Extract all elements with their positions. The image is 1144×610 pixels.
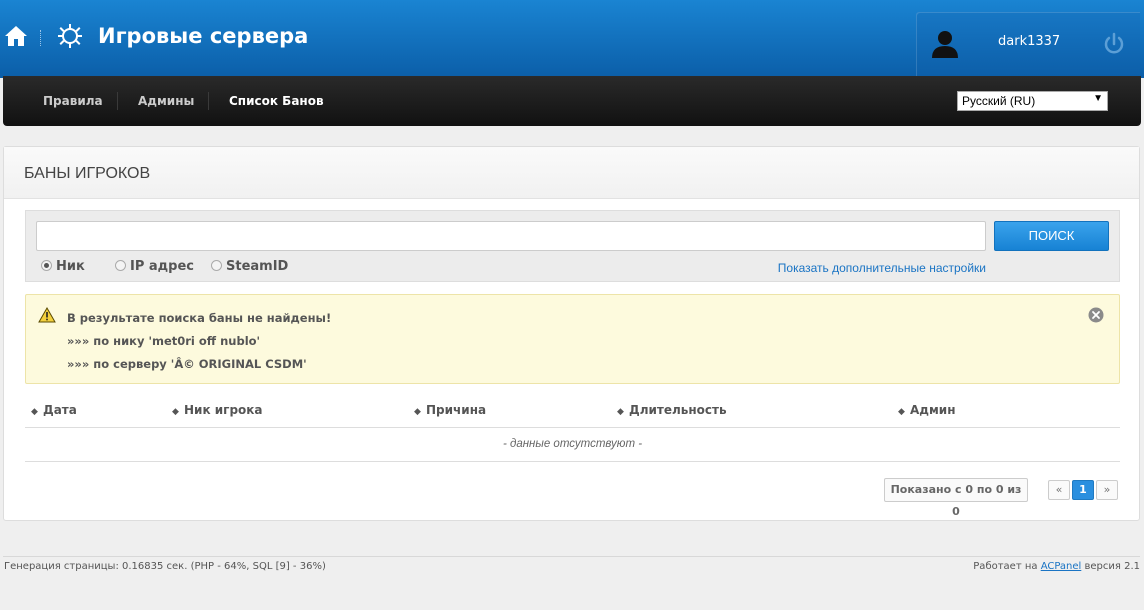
radio-unchecked-icon bbox=[115, 260, 126, 271]
table-divider bbox=[25, 461, 1120, 462]
sort-icon: ◆ bbox=[898, 407, 905, 417]
user-box: dark1337 bbox=[916, 12, 1140, 78]
radio-steamid[interactable]: SteamID bbox=[211, 259, 288, 274]
radio-unchecked-icon bbox=[211, 260, 222, 271]
username[interactable]: dark1337 bbox=[998, 34, 1060, 49]
panel-title: БАНЫ ИГРОКОВ bbox=[24, 165, 151, 182]
pagination-page-button[interactable]: 1 bbox=[1072, 480, 1094, 500]
app-title: Игровые сервера bbox=[98, 24, 309, 48]
column-header-date[interactable]: ◆ Дата bbox=[31, 403, 77, 417]
no-results-alert: В результате поиска баны не найдены! »»»… bbox=[25, 294, 1120, 384]
bans-panel: БАНЫ ИГРОКОВ ПОИСК Ник IP адрес SteamID … bbox=[3, 146, 1140, 521]
radio-label: Ник bbox=[56, 259, 85, 274]
radio-label: IP адрес bbox=[130, 259, 194, 274]
panel-header: БАНЫ ИГРОКОВ bbox=[4, 147, 1139, 199]
column-header-admin[interactable]: ◆ Админ bbox=[898, 403, 956, 417]
sort-icon: ◆ bbox=[31, 407, 38, 417]
more-settings-link[interactable]: Показать дополнительные настройки bbox=[778, 261, 986, 275]
column-header-label: Причина bbox=[426, 403, 487, 417]
home-icon[interactable] bbox=[4, 24, 28, 48]
dropdown-arrow-icon: ▼ bbox=[1093, 93, 1103, 104]
sort-icon: ◆ bbox=[172, 407, 179, 417]
language-select-value: Русский (RU) bbox=[962, 94, 1036, 108]
radio-nick[interactable]: Ник bbox=[41, 259, 85, 274]
footer-generation-info: Генерация страницы: 0.16835 сек. (PHP - … bbox=[4, 561, 326, 572]
search-input[interactable] bbox=[36, 221, 986, 251]
avatar-icon bbox=[930, 30, 960, 58]
table-divider bbox=[25, 427, 1120, 428]
column-header-label: Дата bbox=[43, 403, 77, 417]
column-header-nick[interactable]: ◆ Ник игрока bbox=[172, 403, 263, 417]
header-separator bbox=[40, 30, 41, 46]
pagination-next-button[interactable]: » bbox=[1096, 480, 1118, 500]
warning-icon bbox=[38, 306, 56, 323]
top-header: Игровые сервера dark1337 bbox=[0, 0, 1144, 78]
close-icon[interactable] bbox=[1088, 307, 1104, 323]
footer-credits: Работает на ACPanel версия 2.1 bbox=[973, 561, 1140, 572]
radio-ip[interactable]: IP адрес bbox=[115, 259, 194, 274]
table-empty-row: - данные отсутствуют - bbox=[502, 438, 643, 450]
pagination-prev-button[interactable]: « bbox=[1048, 480, 1070, 500]
nav-item-admins[interactable]: Админы bbox=[138, 94, 194, 108]
sort-icon: ◆ bbox=[414, 407, 421, 417]
nav-item-ban-list[interactable]: Список Банов bbox=[229, 94, 324, 108]
nav-separator bbox=[208, 92, 209, 110]
language-select[interactable]: Русский (RU) ▼ bbox=[957, 91, 1108, 111]
column-header-label: Админ bbox=[910, 403, 956, 417]
nav-separator bbox=[117, 92, 118, 110]
search-button[interactable]: ПОИСК bbox=[994, 221, 1109, 251]
sort-icon: ◆ bbox=[617, 407, 624, 417]
radio-label: SteamID bbox=[226, 259, 289, 274]
nav-item-rules[interactable]: Правила bbox=[43, 94, 103, 108]
column-header-label: Длительность bbox=[629, 403, 727, 417]
power-icon[interactable] bbox=[1102, 32, 1126, 56]
footer-credits-suffix: версия 2.1 bbox=[1084, 561, 1141, 572]
pagination-info: Показано с 0 по 0 из 0 bbox=[884, 478, 1028, 518]
footer-credits-prefix: Работает на bbox=[973, 561, 1038, 572]
column-header-label: Ник игрока bbox=[184, 403, 263, 417]
radio-checked-icon bbox=[41, 260, 52, 271]
column-header-duration[interactable]: ◆ Длительность bbox=[617, 403, 727, 417]
column-header-reason[interactable]: ◆ Причина bbox=[414, 403, 486, 417]
gear-icon[interactable] bbox=[57, 23, 83, 49]
alert-detail-nick: »»» по нику 'met0ri off nublo' bbox=[67, 334, 261, 348]
acpanel-link[interactable]: ACPanel bbox=[1041, 561, 1082, 572]
alert-message: В результате поиска баны не найдены! bbox=[67, 311, 332, 325]
footer-divider bbox=[3, 556, 1140, 557]
search-box: ПОИСК Ник IP адрес SteamID Показать допо… bbox=[25, 210, 1120, 282]
nav-bar: Правила Админы Список Банов Русский (RU)… bbox=[3, 76, 1141, 126]
alert-detail-server: »»» по серверу 'Â© ORIGINAL CSDM' bbox=[67, 357, 307, 371]
